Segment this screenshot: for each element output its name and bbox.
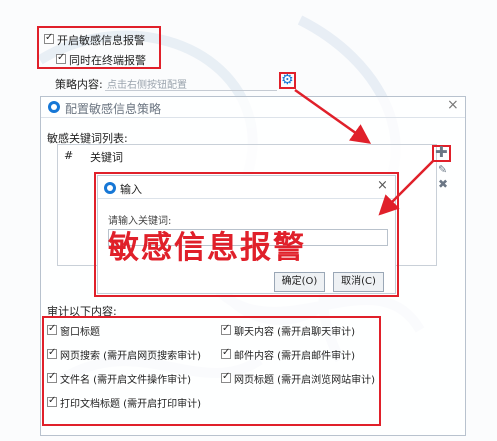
close-icon[interactable]: × bbox=[447, 97, 459, 113]
delete-icon[interactable]: ✖ bbox=[438, 177, 448, 191]
enable-alert-label: 开启敏感信息报警 bbox=[57, 34, 145, 47]
column-keyword-header: 关键词 bbox=[90, 151, 123, 164]
option-window-title-label: 窗口标题 bbox=[60, 327, 100, 338]
option-print-label: 打印文档标题 (需开启打印审计) bbox=[60, 399, 201, 410]
strategy-input[interactable]: 点击右侧按钮配置 bbox=[105, 74, 277, 91]
option-mail-checkbox[interactable] bbox=[221, 347, 231, 359]
terminal-alert-checkbox[interactable] bbox=[56, 52, 66, 64]
option-web-search-label: 网页搜索 (需开启网页搜索审计) bbox=[60, 351, 201, 362]
gear-icon[interactable]: ⚙ bbox=[281, 72, 294, 88]
strategy-dialog-titlebar: 配置敏感信息策略 × bbox=[41, 97, 465, 118]
close-icon[interactable]: × bbox=[377, 178, 388, 193]
strategy-label: 策略内容: bbox=[55, 78, 103, 91]
input-dialog-title: 输入 bbox=[120, 183, 142, 196]
input-dialog-divider bbox=[98, 198, 395, 199]
option-chat-label: 聊天内容 (需开启聊天审计) bbox=[234, 327, 355, 338]
option-chat-checkbox[interactable] bbox=[221, 323, 231, 335]
option-print-checkbox[interactable] bbox=[47, 395, 57, 407]
option-filename-label: 文件名 (需开启文件操作审计) bbox=[60, 375, 191, 386]
terminal-alert-label: 同时在终端报警 bbox=[69, 54, 146, 67]
app-icon bbox=[48, 101, 60, 113]
option-filename-checkbox[interactable] bbox=[47, 371, 57, 383]
column-index-header: # bbox=[64, 149, 74, 162]
app-icon bbox=[104, 182, 116, 194]
option-web-search-checkbox[interactable] bbox=[47, 347, 57, 359]
strategy-placeholder: 点击右侧按钮配置 bbox=[107, 80, 187, 91]
option-web-title-label: 网页标题 (需开启浏览网站审计) bbox=[234, 375, 375, 386]
overlay-caption: 敏感信息报警 bbox=[108, 230, 306, 266]
ok-button[interactable]: 确定(O) bbox=[274, 272, 325, 292]
add-icon[interactable]: ✚ bbox=[435, 143, 448, 161]
edit-icon[interactable]: ✎ bbox=[438, 163, 447, 176]
cancel-button[interactable]: 取消(C) bbox=[333, 272, 384, 292]
option-mail-label: 邮件内容 (需开启邮件审计) bbox=[234, 351, 355, 362]
option-web-title-checkbox[interactable] bbox=[221, 371, 231, 383]
option-window-title-checkbox[interactable] bbox=[47, 323, 57, 335]
strategy-dialog-title: 配置敏感信息策略 bbox=[65, 102, 162, 116]
enable-alert-checkbox[interactable] bbox=[44, 32, 54, 44]
